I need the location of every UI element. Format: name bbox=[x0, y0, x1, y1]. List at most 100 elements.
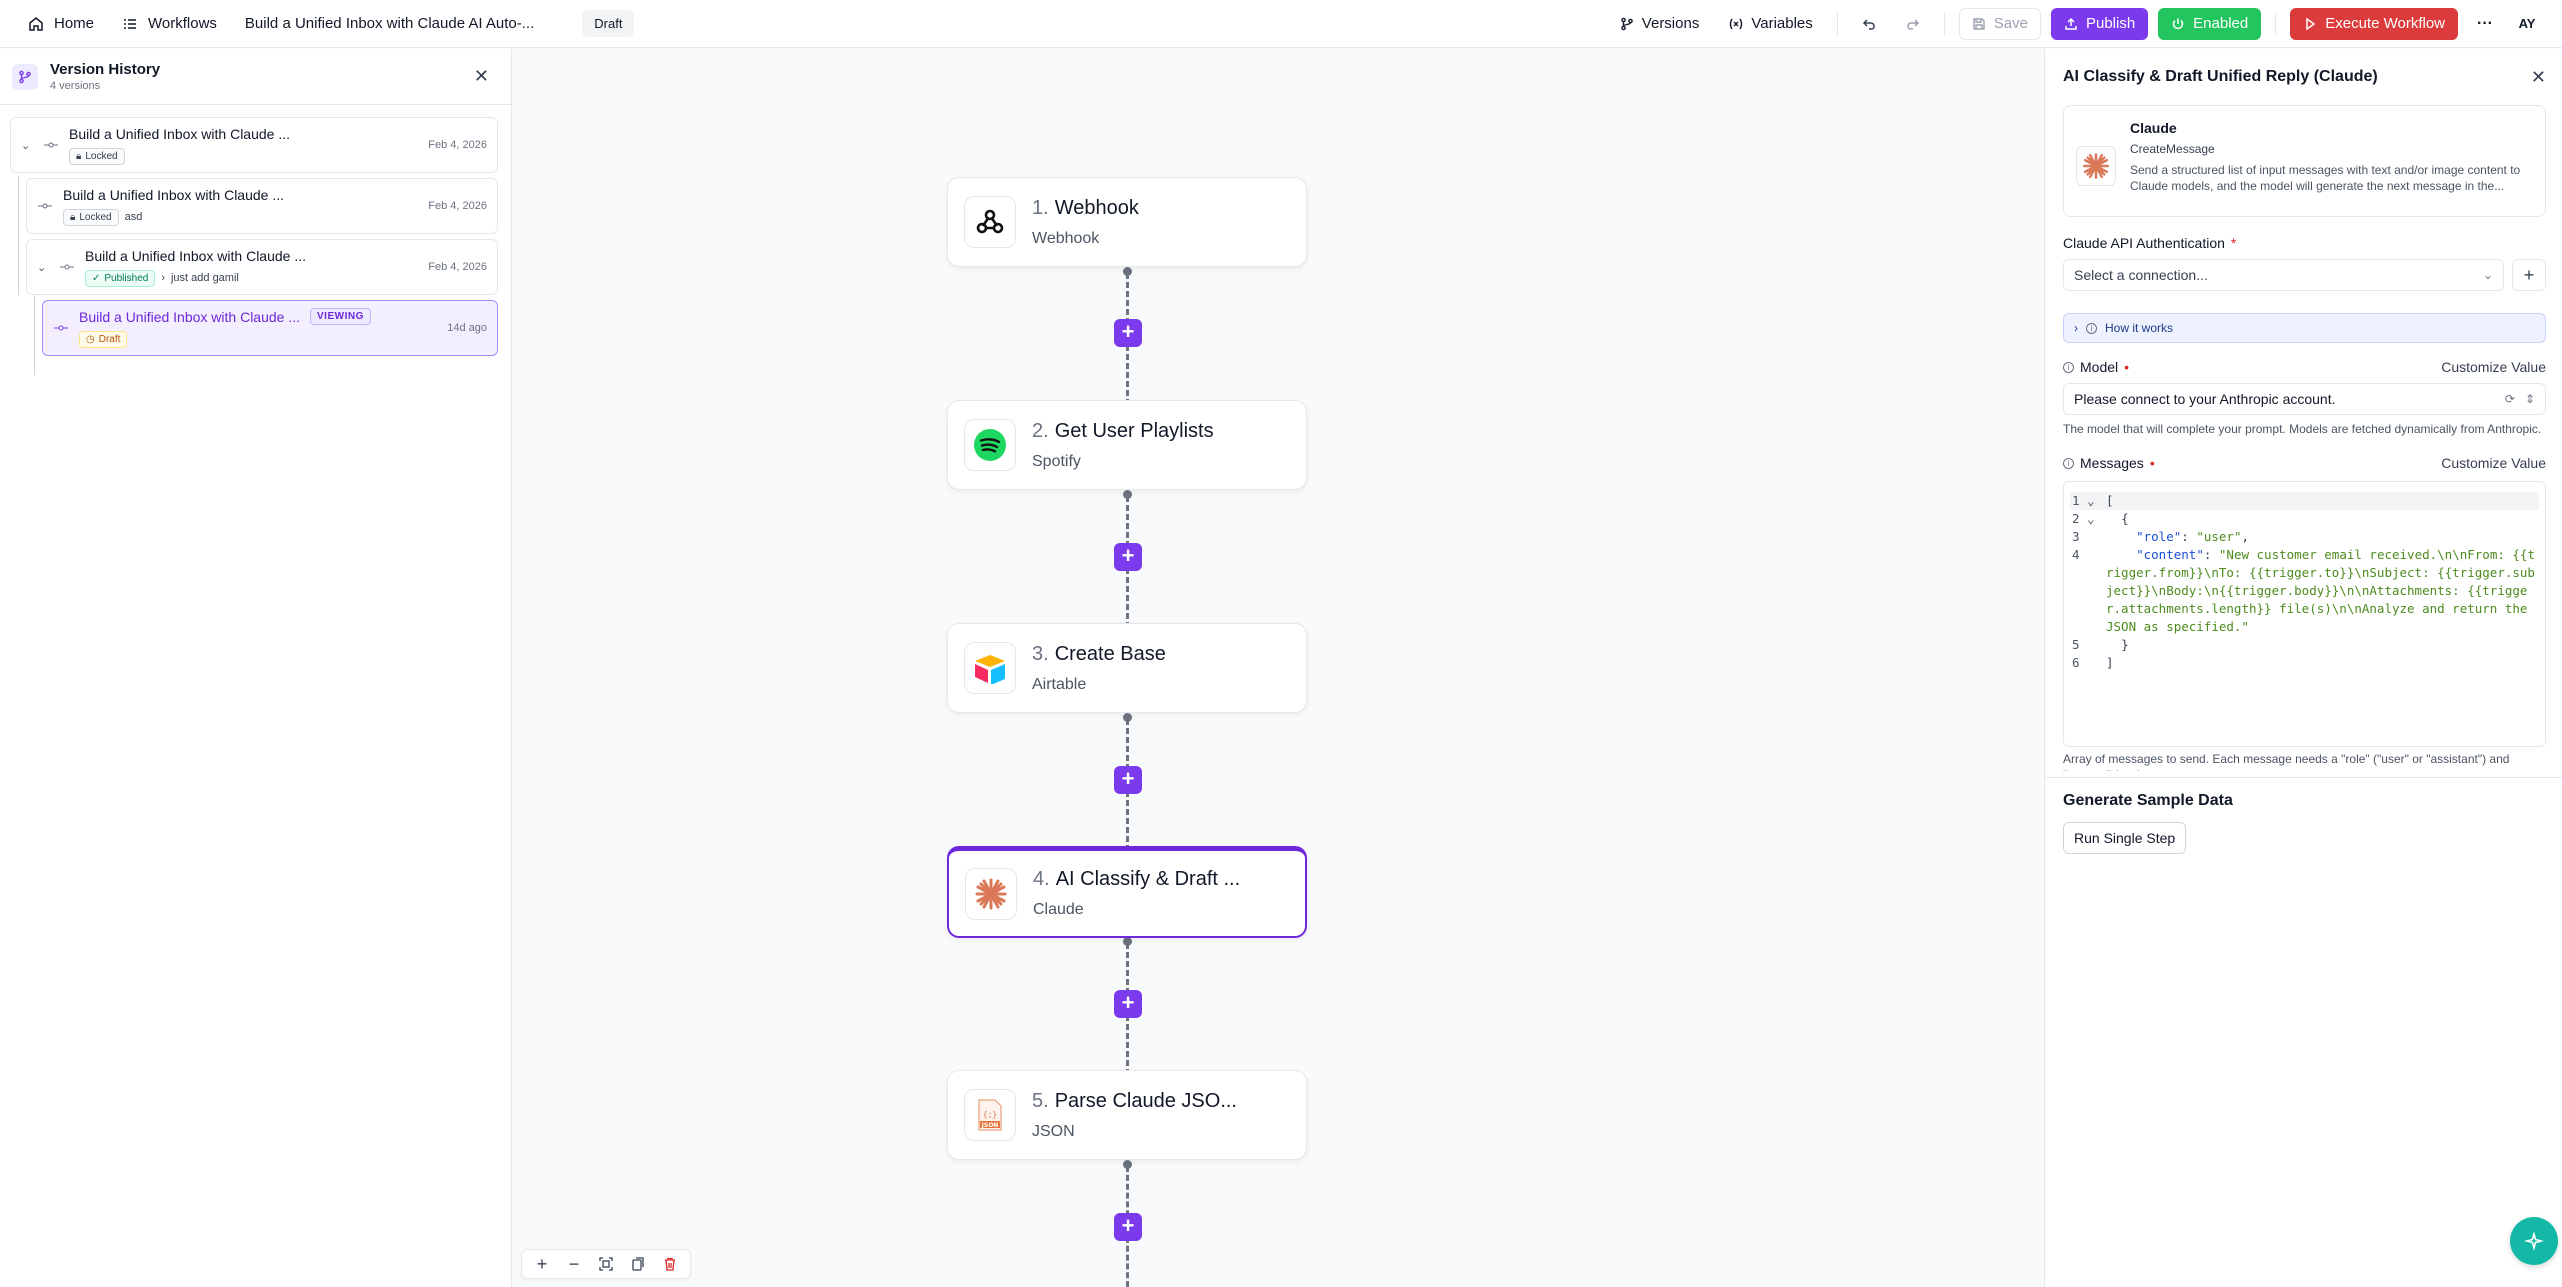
line-number: 1 ⌄ bbox=[2072, 493, 2095, 508]
line-number: 5 bbox=[2072, 637, 2080, 652]
model-label: i Model • Customize Value bbox=[2063, 359, 2546, 375]
svg-text:{;}: {;} bbox=[983, 1110, 997, 1119]
flow-name[interactable]: Build a Unified Inbox with Claude AI Aut… bbox=[245, 8, 534, 40]
undo-icon bbox=[1862, 17, 1876, 31]
redo-button[interactable] bbox=[1896, 8, 1930, 40]
auth-label: Claude API Authentication * bbox=[2063, 235, 2546, 251]
more-options-button[interactable]: ··· bbox=[2468, 8, 2502, 40]
version-history-header: Version History 4 versions ✕ bbox=[0, 49, 511, 105]
variables-label: Variables bbox=[1751, 15, 1813, 32]
chevron-down-icon[interactable]: ⌄ bbox=[21, 139, 33, 152]
power-icon bbox=[2171, 17, 2185, 31]
step-node-airtable[interactable]: 3. Create Base Airtable bbox=[947, 623, 1307, 713]
execute-workflow-button[interactable]: Execute Workflow bbox=[2290, 7, 2458, 40]
model-label-text: Model bbox=[2080, 359, 2119, 375]
version-list: ⌄ Build a Unified Inbox with Claude ... … bbox=[0, 105, 511, 375]
versions-button[interactable]: Versions bbox=[1610, 8, 1710, 40]
step-config-title: AI Classify & Draft Unified Reply (Claud… bbox=[2063, 68, 2378, 85]
close-icon[interactable]: ✕ bbox=[2531, 67, 2546, 88]
step-title: Get User Playlists bbox=[1054, 419, 1214, 442]
version-item[interactable]: ⌄ Build a Unified Inbox with Claude ... … bbox=[26, 239, 498, 295]
tree-line bbox=[18, 175, 19, 295]
line-number: 6 bbox=[2072, 655, 2080, 670]
version-item[interactable]: ⌄ Build a Unified Inbox with Claude ... … bbox=[10, 117, 498, 173]
version-item-viewing[interactable]: Build a Unified Inbox with Claude ... VIE… bbox=[42, 300, 498, 356]
list-icon bbox=[122, 16, 138, 32]
arrow-icon: › bbox=[161, 272, 165, 284]
add-step-button[interactable]: + bbox=[1114, 543, 1142, 571]
step-node-webhook[interactable]: 1. Webhook Webhook bbox=[947, 177, 1307, 267]
step-title: AI Classify & Draft ... bbox=[1055, 868, 1241, 890]
customize-value-link[interactable]: Customize Value bbox=[2441, 359, 2546, 375]
zoom-in-button[interactable]: + bbox=[528, 1252, 556, 1276]
workflows-link[interactable]: Workflows bbox=[122, 8, 217, 40]
step-config-panel: AI Classify & Draft Unified Reply (Claud… bbox=[2044, 49, 2562, 1287]
variables-button[interactable]: Variables bbox=[1719, 8, 1822, 40]
enabled-toggle-button[interactable]: Enabled bbox=[2158, 7, 2262, 40]
commit-icon bbox=[37, 198, 53, 214]
version-name: Build a Unified Inbox with Claude ... bbox=[85, 247, 307, 264]
customize-value-link[interactable]: Customize Value bbox=[2441, 455, 2546, 471]
auth-label-text: Claude API Authentication bbox=[2063, 235, 2225, 251]
version-date: Feb 4, 2026 bbox=[428, 261, 487, 273]
publish-button[interactable]: Publish bbox=[2050, 7, 2149, 40]
chevron-down-icon[interactable]: ⌄ bbox=[37, 261, 49, 274]
info-icon: i bbox=[2063, 457, 2074, 469]
add-step-button[interactable]: + bbox=[1114, 766, 1142, 794]
json-icon: {;} JSON bbox=[964, 1089, 1016, 1141]
save-button[interactable]: Save bbox=[1958, 7, 2041, 40]
step-app: JSON bbox=[1032, 1122, 1075, 1140]
fit-view-button[interactable] bbox=[592, 1252, 620, 1276]
add-connection-button[interactable]: + bbox=[2512, 259, 2546, 291]
tree-line bbox=[34, 295, 35, 375]
home-link[interactable]: Home bbox=[28, 8, 94, 40]
step-node-spotify[interactable]: 2. Get User Playlists Spotify bbox=[947, 400, 1307, 490]
messages-code-editor[interactable]: 1 ⌄ [ 2 ⌄ { 3 "role": "user", 4 "content"… bbox=[2063, 481, 2546, 747]
code-line: } bbox=[2106, 637, 2129, 652]
connection-select[interactable]: Select a connection... ⌄ bbox=[2063, 259, 2504, 291]
lock-icon: 🔒︎ bbox=[70, 211, 76, 223]
delete-button[interactable] bbox=[656, 1252, 684, 1276]
user-avatar[interactable]: AY bbox=[2512, 16, 2542, 31]
add-step-button[interactable]: + bbox=[1114, 990, 1142, 1018]
save-icon bbox=[1972, 17, 1986, 31]
step-number: 2. bbox=[1032, 419, 1049, 442]
commit-icon bbox=[59, 259, 75, 275]
version-item[interactable]: Build a Unified Inbox with Claude ... 🔒︎… bbox=[26, 178, 498, 234]
version-name: Build a Unified Inbox with Claude ... bbox=[69, 125, 291, 142]
check-circle-icon: ✓ bbox=[92, 272, 101, 284]
version-note: just add gamil bbox=[170, 272, 239, 284]
model-select[interactable]: Please connect to your Anthropic account… bbox=[2063, 383, 2546, 415]
close-icon[interactable]: ✕ bbox=[474, 66, 499, 87]
copy-button[interactable] bbox=[624, 1252, 652, 1276]
zoom-out-button[interactable]: − bbox=[560, 1252, 588, 1276]
version-name: Build a Unified Inbox with Claude ... bbox=[63, 186, 285, 203]
canvas-toolbar: + − bbox=[521, 1249, 691, 1279]
required-marker: • bbox=[2149, 455, 2155, 471]
step-title: Webhook bbox=[1054, 196, 1139, 219]
divider bbox=[2045, 777, 2562, 778]
draft-badge: ◷ Draft bbox=[79, 331, 128, 348]
sparkle-icon bbox=[2524, 1231, 2544, 1251]
webhook-icon bbox=[964, 196, 1016, 248]
step-node-claude-selected[interactable]: 4. AI Classify & Draft ... Claude bbox=[947, 846, 1307, 938]
add-step-button[interactable]: + bbox=[1114, 1213, 1142, 1241]
piece-card[interactable]: Claude CreateMessage Send a structured l… bbox=[2063, 105, 2546, 217]
add-step-button[interactable]: + bbox=[1114, 319, 1142, 347]
enabled-label: Enabled bbox=[2193, 15, 2249, 32]
workflow-canvas[interactable]: + + + + + 1. Webhook Webhook 2. Get User P… bbox=[513, 49, 2043, 1287]
redo-icon bbox=[1906, 17, 1920, 31]
undo-button[interactable] bbox=[1852, 8, 1886, 40]
execute-label: Execute Workflow bbox=[2325, 15, 2445, 32]
lock-icon: 🔒︎ bbox=[76, 150, 82, 162]
more-icon: ··· bbox=[2477, 14, 2493, 32]
published-badge: ✓ Published bbox=[85, 269, 156, 287]
step-app: Claude bbox=[1033, 901, 1084, 918]
run-single-step-button[interactable]: Run Single Step bbox=[2063, 822, 2187, 854]
refresh-icon[interactable]: ⟳ bbox=[2505, 392, 2515, 406]
assistant-fab-button[interactable] bbox=[2510, 1217, 2558, 1265]
step-node-json[interactable]: {;} JSON 5. Parse Claude JSO... JSON bbox=[947, 1070, 1307, 1160]
how-it-works-toggle[interactable]: › i How it works bbox=[2063, 313, 2546, 343]
flow-name-text: Build a Unified Inbox with Claude AI Aut… bbox=[244, 15, 535, 32]
messages-help-text: Array of messages to send. Each message … bbox=[2063, 752, 2510, 771]
